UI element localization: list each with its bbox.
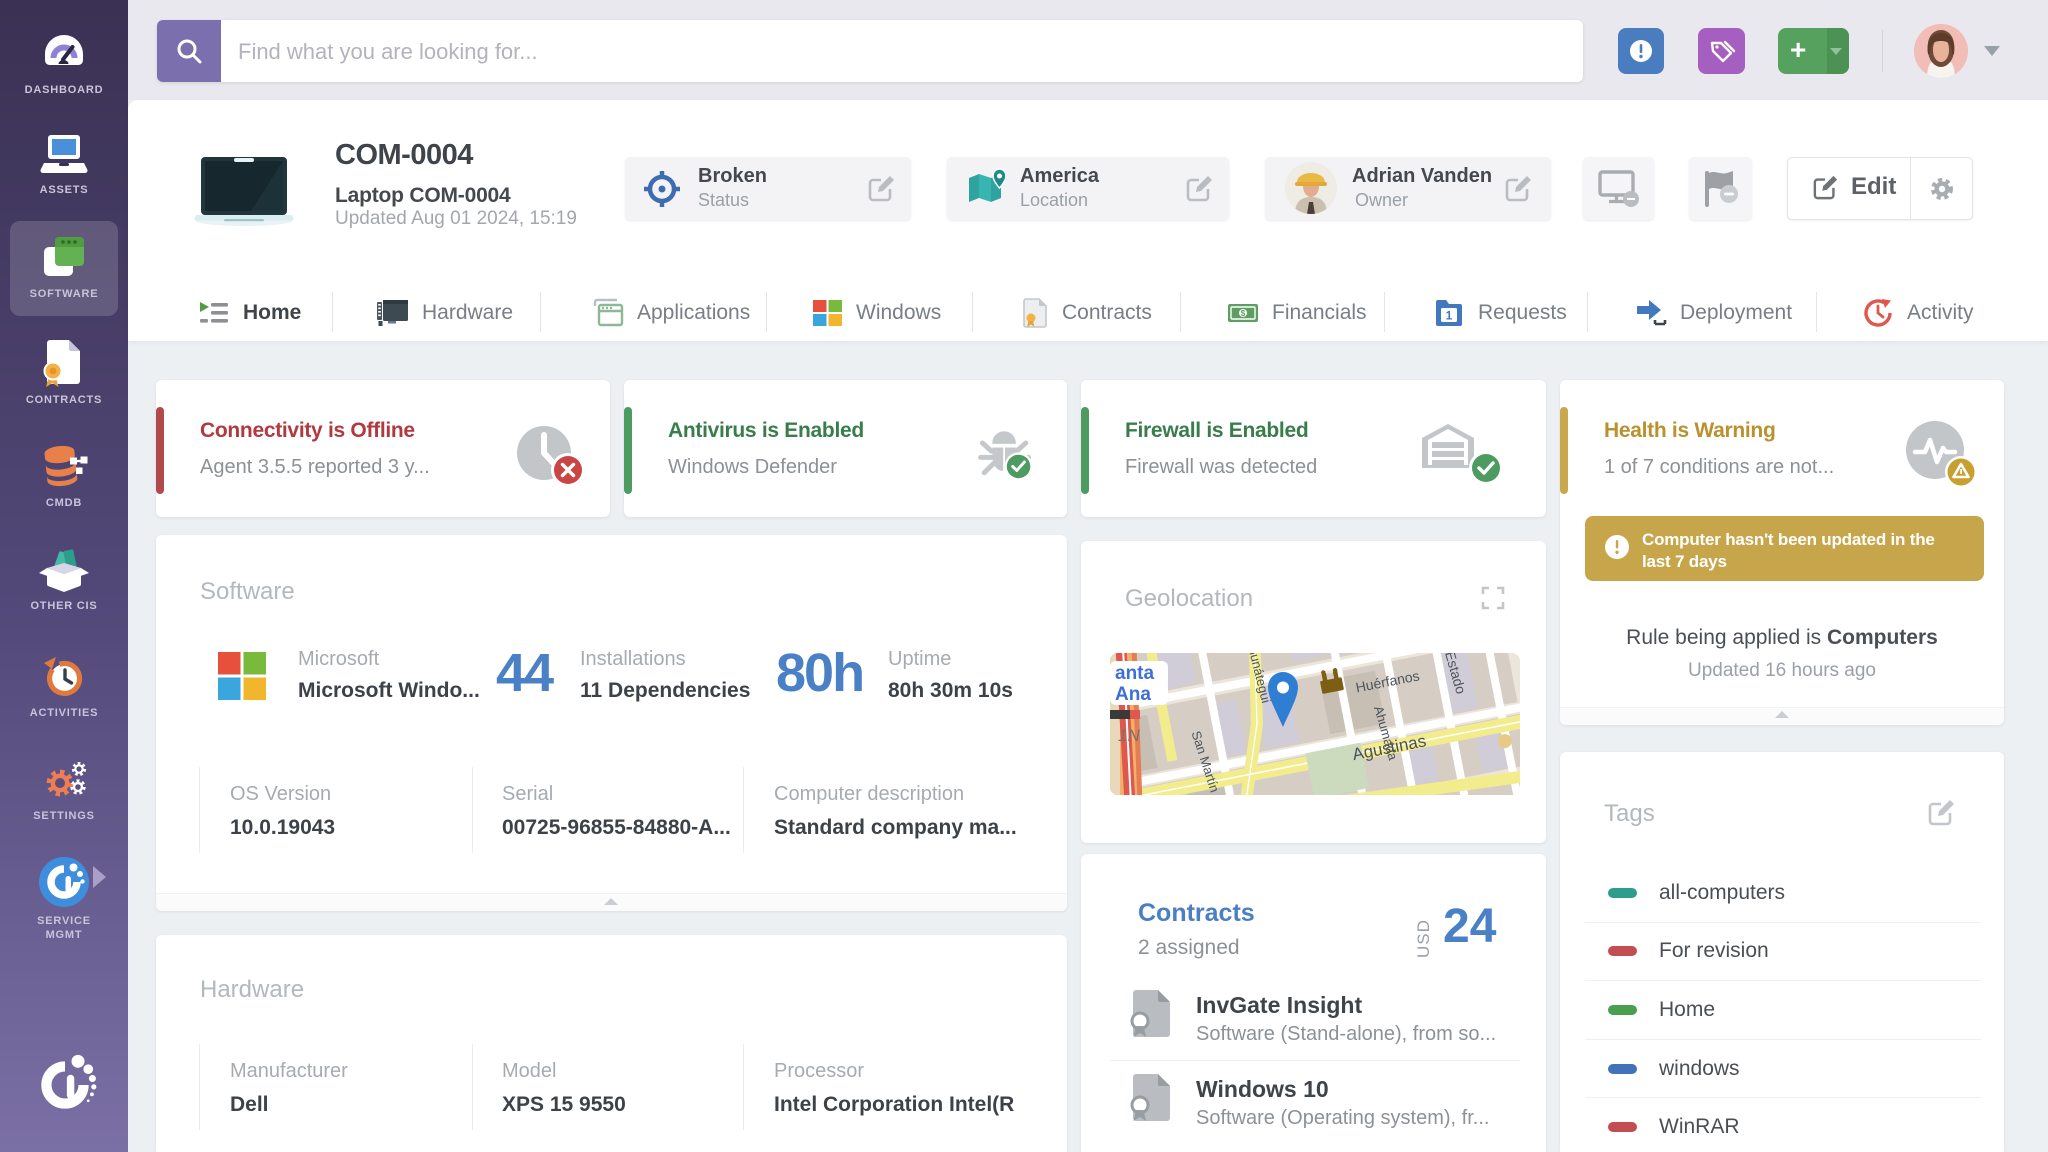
- svg-text:1N: 1N: [1118, 726, 1140, 745]
- svg-text:1: 1: [1446, 309, 1453, 323]
- svg-text:Ana: Ana: [1115, 684, 1151, 705]
- svg-text:$: $: [1241, 309, 1246, 318]
- svg-text:anta: anta: [1115, 663, 1155, 684]
